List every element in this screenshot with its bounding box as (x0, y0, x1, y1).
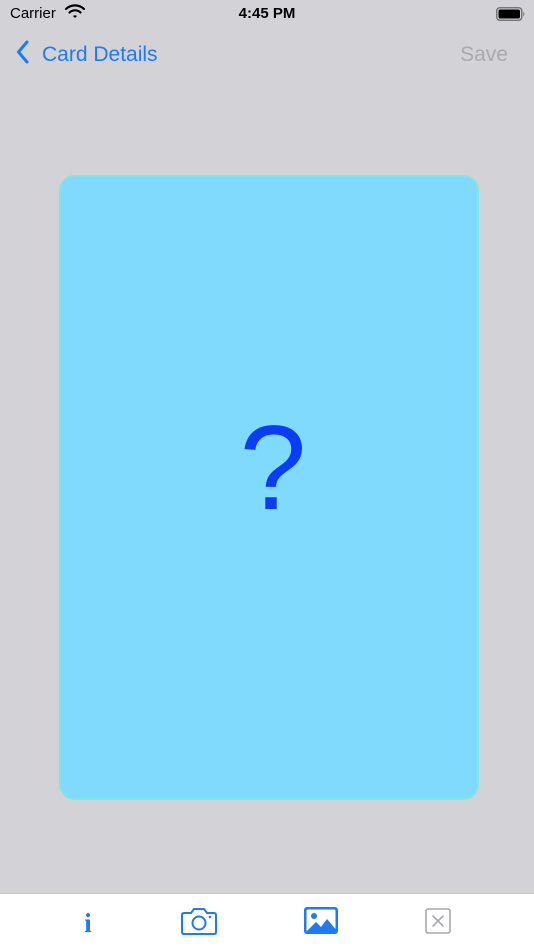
chevron-left-icon (16, 40, 30, 69)
camera-icon (181, 907, 217, 940)
status-time: 4:45 PM (238, 5, 296, 22)
card-placeholder-symbol: ? (239, 400, 307, 535)
camera-button[interactable] (179, 907, 219, 940)
status-bar: Carrier 4:45 PM (0, 0, 534, 30)
battery-full-icon (496, 7, 526, 26)
photo-library-button[interactable] (301, 907, 341, 939)
info-icon: i (84, 907, 92, 938)
info-button[interactable]: i (68, 908, 108, 938)
back-button[interactable]: Card Details (16, 40, 158, 69)
card-face[interactable]: ? (59, 175, 479, 800)
save-button[interactable]: Save (460, 43, 508, 67)
delete-box-icon (425, 907, 451, 939)
bottom-toolbar: i (0, 893, 534, 950)
delete-button[interactable] (418, 907, 458, 939)
back-button-label: Card Details (42, 42, 158, 66)
navigation-bar: Card Details Save (0, 30, 534, 80)
photo-icon (304, 907, 338, 939)
